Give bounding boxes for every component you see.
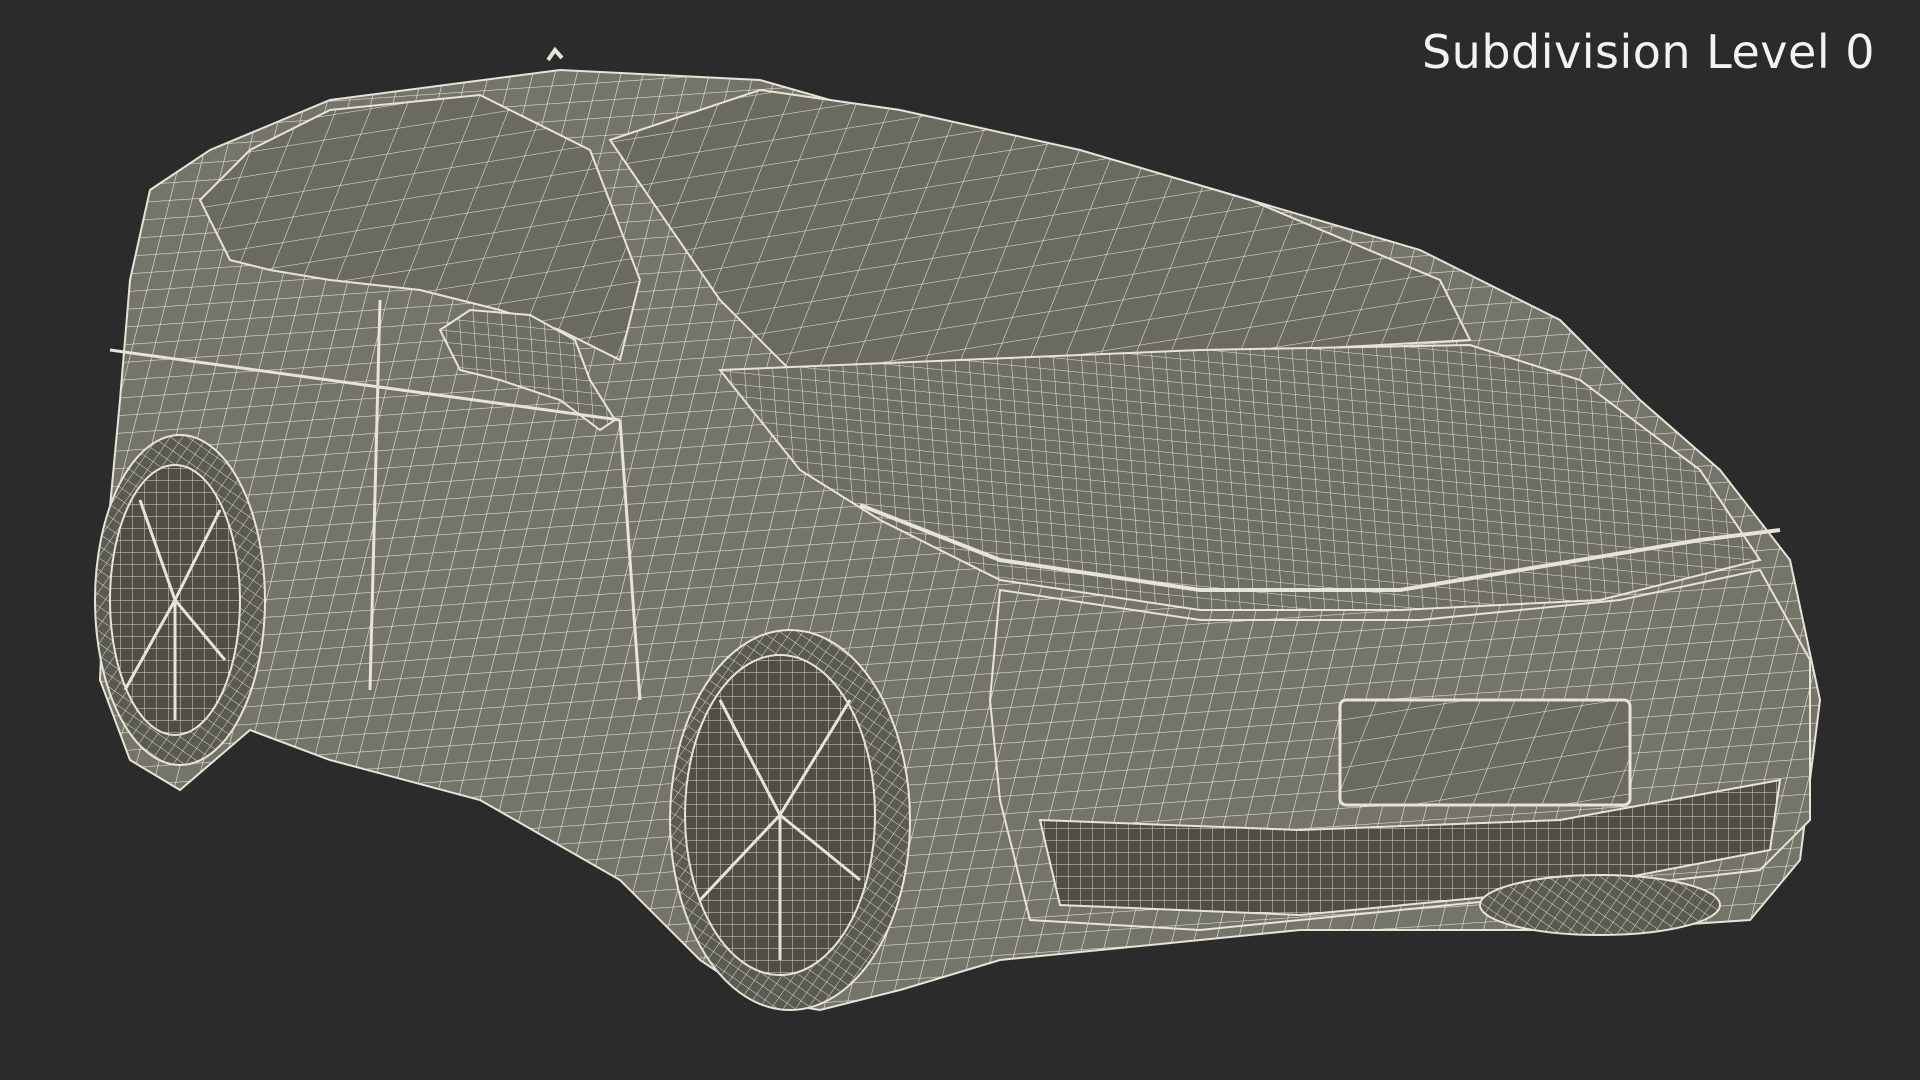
right-front-tire [1479,874,1721,936]
front-wheel [669,629,911,1011]
license-plate [1338,698,1632,807]
roof-antenna [546,46,564,62]
render-viewport: Subdivision Level 0 [0,0,1920,1080]
car-wireframe-render [94,46,1822,1012]
subdivision-level-label: Subdivision Level 0 [1421,25,1875,79]
rear-wheel [94,434,266,766]
